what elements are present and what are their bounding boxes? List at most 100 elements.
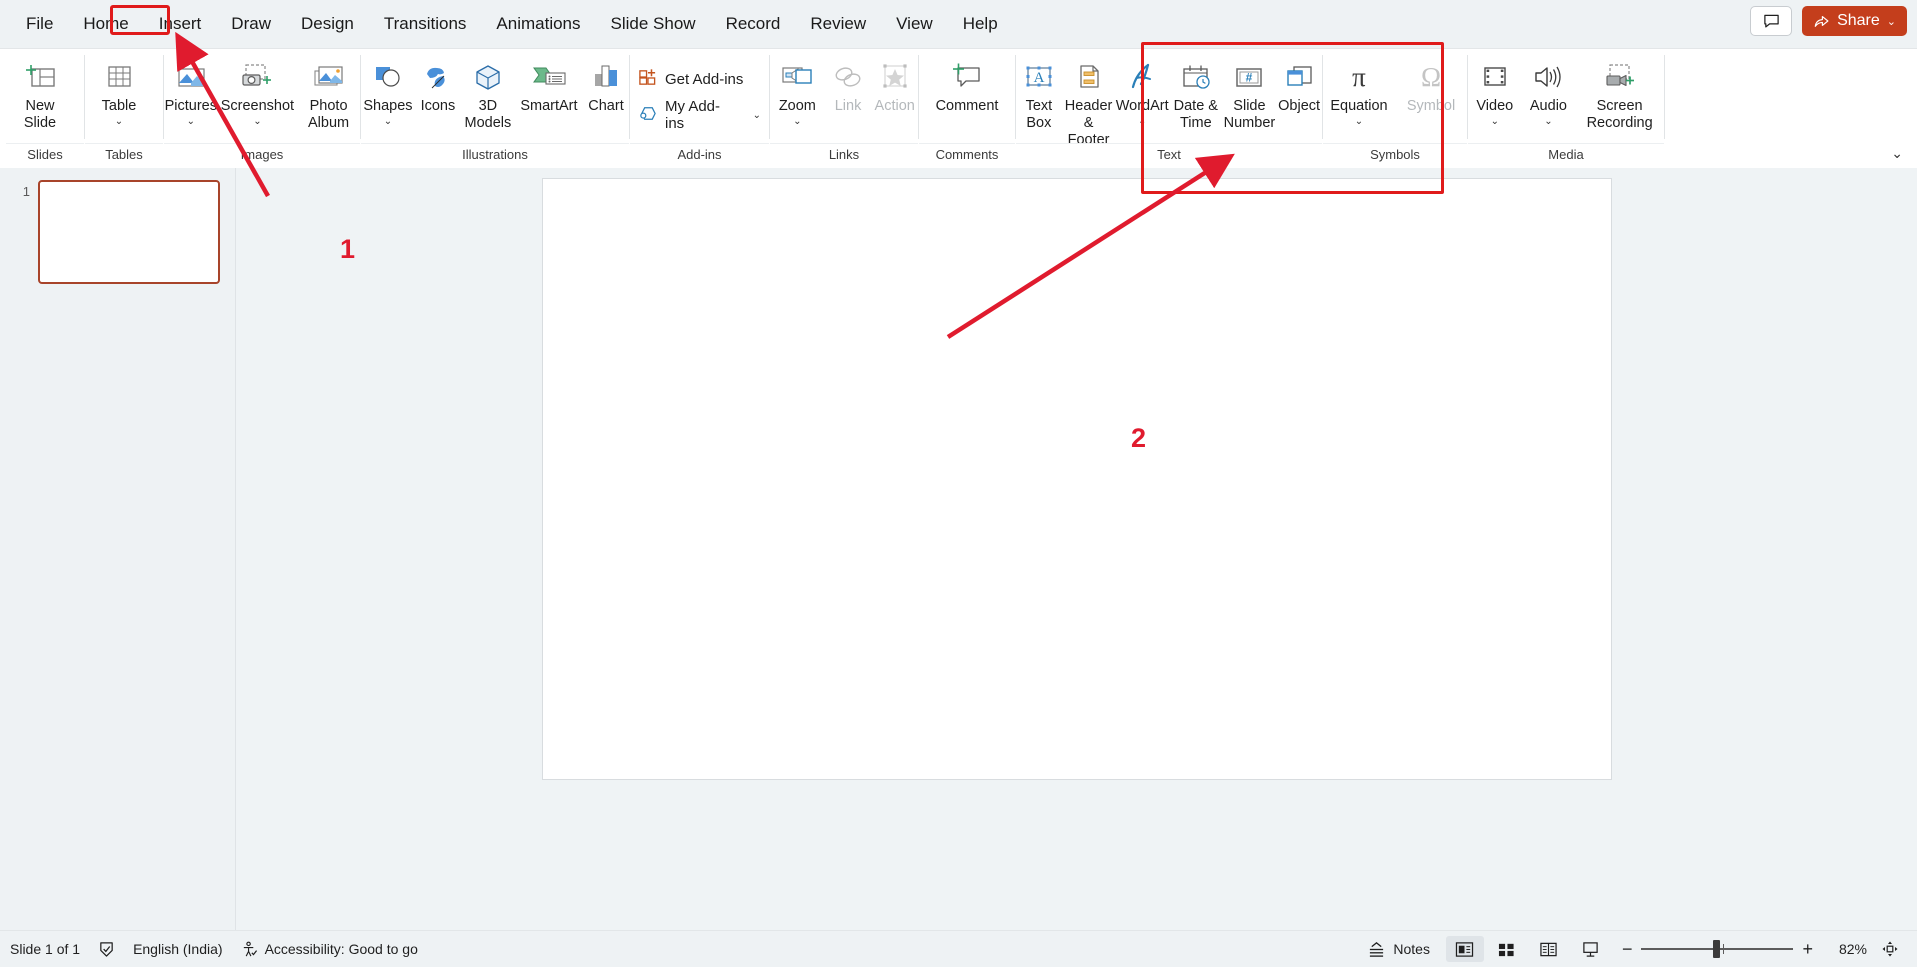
comment-button[interactable]: Comment	[919, 54, 1015, 115]
wordart-caret-icon[interactable]: ⌄	[1138, 116, 1146, 127]
tab-transitions[interactable]: Transitions	[370, 9, 481, 39]
my-addins-caret-icon[interactable]: ⌄	[753, 110, 761, 121]
zoom-slider[interactable]: − +	[1622, 939, 1813, 960]
equation-icon: π	[1342, 60, 1376, 94]
audio-button[interactable]: Audio ⌄	[1522, 54, 1576, 127]
slide-canvas[interactable]	[542, 178, 1612, 780]
spellcheck-status[interactable]	[98, 941, 115, 958]
ribbon-collapse-button[interactable]: ⌄	[1891, 145, 1903, 162]
tab-help[interactable]: Help	[949, 9, 1012, 39]
symbol-label: Symbol	[1407, 98, 1455, 115]
get-addins-button[interactable]: Get Add-ins	[630, 64, 769, 94]
tab-home[interactable]: Home	[69, 9, 142, 39]
3d-models-icon	[471, 60, 505, 94]
screenshot-button[interactable]: Screenshot ⌄	[218, 54, 298, 127]
new-slide-button[interactable]: New Slide	[6, 54, 74, 132]
tab-draw[interactable]: Draw	[217, 9, 285, 39]
table-caret-icon[interactable]: ⌄	[115, 116, 123, 127]
share-icon	[1813, 13, 1830, 29]
text-box-button[interactable]: A Text Box	[1016, 54, 1062, 132]
tab-record[interactable]: Record	[712, 9, 795, 39]
comment-new-icon	[950, 60, 984, 94]
tab-review[interactable]: Review	[796, 9, 880, 39]
view-normal-button[interactable]	[1446, 936, 1484, 962]
ribbon-group-media: Video ⌄ Audio ⌄	[1468, 49, 1664, 169]
date-time-button[interactable]: Date & Time	[1169, 54, 1223, 132]
chart-button[interactable]: Chart	[583, 54, 629, 115]
notes-button[interactable]: Notes	[1367, 941, 1430, 958]
new-slide-label: New Slide	[24, 98, 56, 132]
pictures-caret-icon[interactable]: ⌄	[187, 116, 195, 127]
share-button[interactable]: Share ⌄	[1802, 6, 1907, 36]
zoom-label: Zoom	[779, 98, 816, 115]
slide-thumbnail-pane[interactable]: 1	[0, 168, 236, 966]
normal-view-icon	[1455, 941, 1474, 958]
zoom-level[interactable]: 82%	[1825, 941, 1867, 957]
icons-button[interactable]: Icons	[415, 54, 461, 115]
3d-models-button[interactable]: 3D Models	[461, 54, 515, 132]
text-box-label: Text Box	[1026, 98, 1053, 132]
smartart-button[interactable]: SmartArt	[515, 54, 583, 115]
equation-label: Equation	[1330, 98, 1387, 115]
svg-text:Ω: Ω	[1421, 62, 1441, 92]
symbol-button: Ω Symbol	[1395, 54, 1467, 115]
view-slide-sorter-button[interactable]	[1488, 936, 1526, 962]
slide-number-button[interactable]: # Slide Number	[1223, 54, 1277, 132]
shapes-button[interactable]: Shapes ⌄	[361, 54, 415, 127]
tab-design[interactable]: Design	[287, 9, 368, 39]
action-icon	[879, 60, 911, 94]
audio-icon	[1531, 60, 1565, 94]
zoom-track[interactable]	[1641, 948, 1793, 950]
video-caret-icon[interactable]: ⌄	[1491, 116, 1499, 127]
accessibility-status[interactable]: Accessibility: Good to go	[241, 941, 418, 958]
accessibility-icon	[241, 941, 258, 958]
header-footer-button[interactable]: Header & Footer	[1062, 54, 1116, 149]
language-status[interactable]: English (India)	[133, 941, 223, 957]
thumbnail-row[interactable]: 1	[0, 180, 235, 284]
audio-caret-icon[interactable]: ⌄	[1544, 116, 1552, 127]
tab-view[interactable]: View	[882, 9, 947, 39]
spellcheck-icon	[98, 941, 115, 958]
shapes-icon	[371, 60, 405, 94]
zoom-in-button[interactable]: +	[1802, 939, 1813, 960]
ribbon-group-label-symbols: Symbols	[1323, 143, 1467, 169]
ribbon-separator	[1664, 55, 1665, 139]
view-reading-button[interactable]	[1530, 936, 1568, 962]
photo-album-button[interactable]: Photo Album	[297, 54, 360, 132]
view-slideshow-button[interactable]	[1572, 936, 1610, 962]
tab-insert[interactable]: Insert	[145, 9, 216, 39]
slide-counter[interactable]: Slide 1 of 1	[10, 941, 80, 957]
fit-to-window-button[interactable]	[1871, 936, 1909, 962]
ribbon-group-illustrations: Shapes ⌄ Icons	[361, 49, 629, 169]
comment-label: Comment	[936, 98, 999, 115]
slide-thumbnail-1[interactable]	[38, 180, 220, 284]
screenshot-caret-icon[interactable]: ⌄	[253, 116, 261, 127]
new-slide-icon	[23, 60, 57, 94]
ribbon-group-label-media: Media	[1468, 143, 1664, 169]
zoom-button[interactable]: Zoom ⌄	[770, 54, 825, 127]
ribbon-group-links: Zoom ⌄ Link	[770, 49, 918, 169]
wordart-button[interactable]: WordArt ⌄	[1115, 54, 1169, 127]
slide-editing-area[interactable]	[236, 168, 1917, 966]
zoom-default-tick	[1723, 944, 1724, 954]
comments-button[interactable]	[1750, 6, 1792, 36]
zoom-knob[interactable]	[1713, 940, 1720, 958]
pictures-button[interactable]: Pictures ⌄	[164, 54, 218, 127]
screen-recording-button[interactable]: Screen Recording	[1575, 54, 1664, 132]
video-button[interactable]: Video ⌄	[1468, 54, 1522, 127]
zoom-caret-icon[interactable]: ⌄	[793, 116, 801, 127]
ribbon-group-images: Pictures ⌄ Screenshot ⌄	[164, 49, 360, 169]
tab-slide-show[interactable]: Slide Show	[597, 9, 710, 39]
equation-button[interactable]: π Equation ⌄	[1323, 54, 1395, 127]
zoom-out-button[interactable]: −	[1622, 939, 1633, 960]
equation-caret-icon[interactable]: ⌄	[1355, 116, 1363, 127]
screen-recording-label: Screen Recording	[1587, 98, 1653, 132]
date-time-label: Date & Time	[1174, 98, 1218, 132]
share-caret-icon[interactable]: ⌄	[1887, 15, 1896, 28]
object-button[interactable]: Object	[1276, 54, 1322, 115]
shapes-caret-icon[interactable]: ⌄	[384, 116, 392, 127]
tab-file[interactable]: File	[12, 9, 67, 39]
my-addins-button[interactable]: My Add-ins ⌄	[630, 100, 769, 130]
tab-animations[interactable]: Animations	[482, 9, 594, 39]
table-button[interactable]: Table ⌄	[85, 54, 153, 127]
